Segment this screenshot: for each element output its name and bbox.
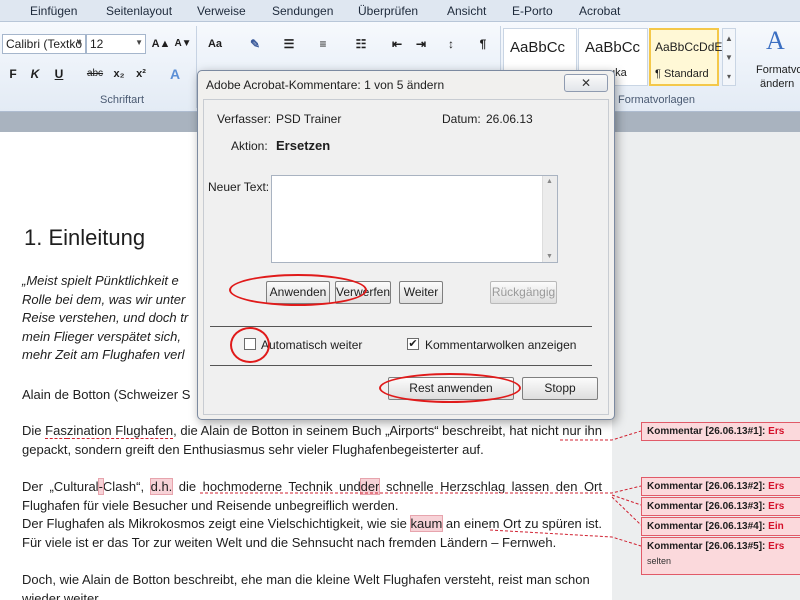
leader-line <box>560 430 642 441</box>
undo-button[interactable]: Rückgängig <box>490 281 557 304</box>
comment-type: Ers <box>768 481 785 492</box>
action-value: Ersetzen <box>276 138 331 153</box>
close-icon: ✕ <box>580 76 592 90</box>
apply-button[interactable]: Anwenden <box>266 281 330 304</box>
comment-label: Kommentar [26.06.13#2]: <box>647 481 766 492</box>
date-value: 26.06.13 <box>486 112 533 126</box>
leader-line <box>200 485 642 494</box>
comment-balloon[interactable]: Kommentar [26.06.13#4]: Ein <box>641 517 800 536</box>
auto-next-checkbox[interactable] <box>244 338 256 350</box>
author-value: PSD Trainer <box>276 112 342 126</box>
close-button[interactable]: ✕ <box>564 74 608 92</box>
leader-line <box>611 494 642 506</box>
comment-label: Kommentar [26.06.13#1]: <box>647 426 766 437</box>
divider <box>210 365 592 366</box>
comment-type: Ers <box>768 541 785 552</box>
checkmark-icon: ✔ <box>408 338 418 350</box>
action-label: Aktion: <box>231 139 268 153</box>
apply-rest-button[interactable]: Rest anwenden <box>388 377 514 400</box>
stop-button[interactable]: Stopp <box>522 377 598 400</box>
acrobat-comments-dialog: Adobe Acrobat-Kommentare: 1 von 5 ändern… <box>197 70 615 420</box>
comment-balloon[interactable]: Kommentar [26.06.13#3]: Ers <box>641 497 800 516</box>
discard-button[interactable]: Verwerfen <box>335 281 391 304</box>
auto-next-label: Automatisch weiter <box>261 338 363 352</box>
scroll-down-icon[interactable]: ▼ <box>546 253 553 260</box>
comment-label: Kommentar [26.06.13#3]: <box>647 501 766 512</box>
comment-type: Ers <box>768 426 785 437</box>
comment-balloon[interactable]: Kommentar [26.06.13#1]: Ers <box>641 422 800 441</box>
date-label: Datum: <box>442 112 481 126</box>
scrollbar[interactable]: ▲ ▼ <box>542 176 557 262</box>
comment-type: Ein <box>768 521 784 532</box>
new-text-label: Neuer Text: <box>208 180 270 194</box>
leader-line <box>489 529 642 547</box>
divider <box>210 326 592 327</box>
next-button[interactable]: Weiter <box>399 281 443 304</box>
scroll-up-icon[interactable]: ▲ <box>546 178 553 185</box>
comment-label: Kommentar [26.06.13#5]: <box>647 541 766 552</box>
show-bubbles-label: Kommentarwolken anzeigen <box>425 338 577 352</box>
leader-line <box>611 496 642 526</box>
comment-balloon[interactable]: Kommentar [26.06.13#2]: Ers <box>641 477 800 496</box>
comment-label: Kommentar [26.06.13#4]: <box>647 521 766 532</box>
dialog-title: Adobe Acrobat-Kommentare: 1 von 5 ändern <box>206 78 445 92</box>
comment-balloon[interactable]: Kommentar [26.06.13#5]: Ers selten <box>641 537 800 575</box>
comment-text: selten <box>647 556 672 566</box>
new-text-field[interactable]: ▲ ▼ <box>271 175 558 263</box>
comment-type: Ers <box>768 501 785 512</box>
show-bubbles-checkbox[interactable]: ✔ <box>407 338 419 350</box>
author-label: Verfasser: <box>217 112 272 126</box>
